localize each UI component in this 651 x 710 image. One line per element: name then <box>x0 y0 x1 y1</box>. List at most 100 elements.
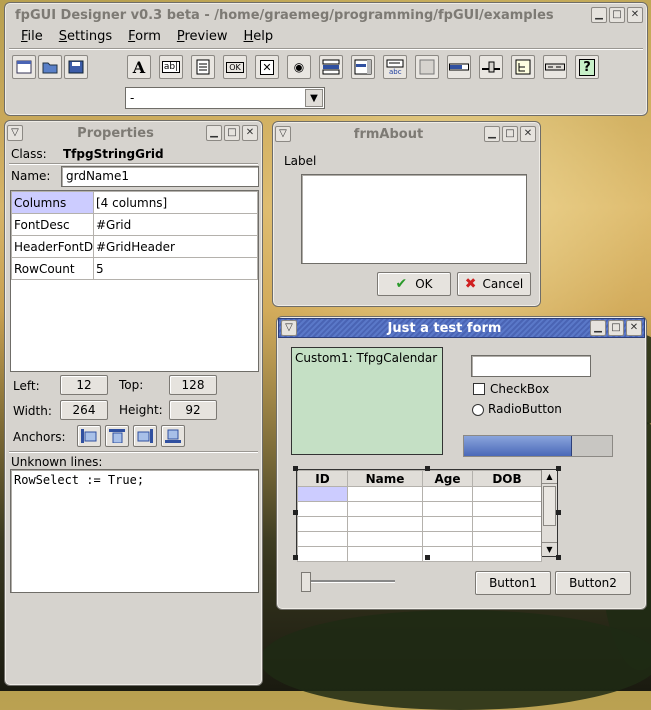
trackbar-tool-button[interactable] <box>479 55 503 79</box>
selection-handle[interactable] <box>556 510 561 515</box>
button-tool-button[interactable]: OK <box>223 55 247 79</box>
grid-cell[interactable] <box>472 486 542 502</box>
grid-column-header[interactable]: Age <box>422 470 473 487</box>
about-memo[interactable] <box>301 174 527 264</box>
grid-cell[interactable] <box>347 516 423 532</box>
grid-cell[interactable] <box>297 546 348 562</box>
table-row[interactable] <box>297 486 542 502</box>
scroll-down-icon[interactable]: ▼ <box>542 542 557 556</box>
maximize-icon[interactable]: □ <box>502 126 518 142</box>
menu-preview[interactable]: Preview <box>169 29 236 44</box>
grid-scrollbar[interactable]: ▲ ▼ <box>541 470 557 556</box>
property-value[interactable]: #GridHeader <box>93 235 258 258</box>
maximize-icon[interactable]: □ <box>609 7 625 23</box>
checkbox-box[interactable] <box>473 383 485 395</box>
frmabout-titlebar[interactable]: ▽ frmAbout ▁ □ ✕ <box>275 124 538 144</box>
property-grid[interactable]: Columns [4 columns] FontDesc #Grid HeaderFon… <box>10 190 259 372</box>
selection-handle[interactable] <box>293 510 298 515</box>
anchor-left-button[interactable] <box>77 425 101 447</box>
menu-form[interactable]: Form <box>120 29 169 44</box>
table-row[interactable] <box>297 546 542 562</box>
close-icon[interactable]: ✕ <box>626 320 642 336</box>
radio-button-circle[interactable] <box>472 404 484 416</box>
grid-cell[interactable] <box>297 516 348 532</box>
property-name[interactable]: HeaderFontDesc <box>11 235 94 258</box>
new-form-button[interactable] <box>12 55 36 79</box>
checkbox-tool-button[interactable]: ✕ <box>255 55 279 79</box>
grid-column-header[interactable]: ID <box>297 470 348 487</box>
table-row[interactable] <box>297 501 542 517</box>
listbox-tool-button[interactable] <box>351 55 375 79</box>
cancel-button[interactable]: ✖ Cancel <box>457 272 531 296</box>
test-string-grid[interactable]: ID Name Age DOB ▲ ▼ <box>296 469 558 562</box>
property-value[interactable]: [4 columns] <box>93 191 258 214</box>
minimize-icon[interactable]: ▁ <box>484 126 500 142</box>
anchor-bottom-button[interactable] <box>161 425 185 447</box>
selection-handle[interactable] <box>293 555 298 560</box>
grid-cell[interactable] <box>472 516 542 532</box>
left-value-button[interactable]: 12 <box>60 375 108 395</box>
grid-cell[interactable] <box>422 486 473 502</box>
selection-handle[interactable] <box>425 555 430 560</box>
treeview-tool-button[interactable] <box>511 55 535 79</box>
grid-cell[interactable] <box>422 531 473 547</box>
selection-handle[interactable] <box>425 466 430 471</box>
menu-file[interactable]: File <box>13 29 51 44</box>
table-row[interactable] <box>297 531 542 547</box>
anchor-top-button[interactable] <box>105 425 129 447</box>
designer-titlebar[interactable]: fpGUI Designer v0.3 beta - /home/graemeg… <box>7 5 645 25</box>
open-button[interactable] <box>38 55 62 79</box>
grid-cell[interactable] <box>347 501 423 517</box>
button2[interactable]: Button2 <box>555 571 631 595</box>
property-row[interactable]: FontDesc #Grid <box>11 213 258 236</box>
name-field[interactable]: grdName1 <box>61 166 259 187</box>
maximize-icon[interactable]: □ <box>608 320 624 336</box>
close-icon[interactable]: ✕ <box>627 7 643 23</box>
chevron-down-icon[interactable]: ▼ <box>305 89 323 107</box>
grid-column-header[interactable]: Name <box>347 470 423 487</box>
grid-cell[interactable] <box>472 546 542 562</box>
grid-cell[interactable] <box>297 486 348 502</box>
window-menu-icon[interactable]: ▽ <box>7 125 23 141</box>
grid-cell[interactable] <box>347 546 423 562</box>
panel-tool-button[interactable] <box>415 55 439 79</box>
grid-cell[interactable] <box>297 531 348 547</box>
selection-handle[interactable] <box>556 466 561 471</box>
table-row[interactable] <box>297 516 542 532</box>
minimize-icon[interactable]: ▁ <box>591 7 607 23</box>
minimize-icon[interactable]: ▁ <box>206 125 222 141</box>
property-name[interactable]: Columns <box>11 191 94 214</box>
maximize-icon[interactable]: □ <box>224 125 240 141</box>
test-form-titlebar[interactable]: ▽ Just a test form ▁ □ ✕ <box>278 318 645 338</box>
minimize-icon[interactable]: ▁ <box>590 320 606 336</box>
property-name[interactable]: RowCount <box>11 257 94 280</box>
scroll-up-icon[interactable]: ▲ <box>542 470 557 484</box>
trackbar-thumb[interactable] <box>301 572 311 592</box>
component-combobox[interactable]: - ▼ <box>125 87 325 109</box>
menu-help[interactable]: Help <box>236 29 282 44</box>
unknown-lines-memo[interactable]: RowSelect := True; <box>10 469 259 593</box>
property-value[interactable]: 5 <box>93 257 258 280</box>
edit-tool-button[interactable]: ab| <box>159 55 183 79</box>
ok-button[interactable]: ✔ OK <box>377 272 451 296</box>
combobox-tool-button[interactable] <box>319 55 343 79</box>
test-edit-field[interactable] <box>471 355 591 377</box>
grid-column-header[interactable]: DOB <box>472 470 542 487</box>
property-name[interactable]: FontDesc <box>11 213 94 236</box>
selection-handle[interactable] <box>293 466 298 471</box>
grid-cell[interactable] <box>297 501 348 517</box>
anchor-right-button[interactable] <box>133 425 157 447</box>
menubar-tool-button[interactable] <box>543 55 567 79</box>
properties-titlebar[interactable]: ▽ Properties ▁ □ ✕ <box>7 123 260 143</box>
property-row[interactable]: Columns [4 columns] <box>11 191 258 214</box>
top-value-button[interactable]: 128 <box>169 375 217 395</box>
radiobutton-tool-button[interactable]: ◉ <box>287 55 311 79</box>
grid-cell[interactable] <box>472 531 542 547</box>
grid-cell[interactable] <box>347 486 423 502</box>
property-row[interactable]: HeaderFontDesc#GridHeader <box>11 235 258 258</box>
window-menu-icon[interactable]: ▽ <box>275 126 291 142</box>
stringgrid-tool-button[interactable]: abc <box>383 55 407 79</box>
window-menu-icon[interactable]: ▽ <box>281 320 297 336</box>
grid-cell[interactable] <box>422 516 473 532</box>
grid-cell[interactable] <box>472 501 542 517</box>
